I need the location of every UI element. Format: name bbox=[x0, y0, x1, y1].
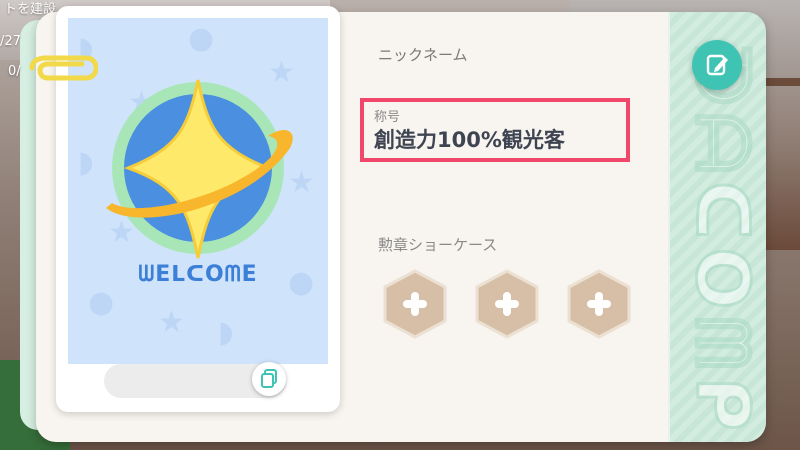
profile-image: ◗ ● ★ ★ ◗ ★ ● ★ ◗ ● ★ ᗯEᒪᑕOᗰE bbox=[68, 18, 328, 364]
welcome-text: ᗯEᒪᑕOᗰE bbox=[138, 262, 258, 287]
side-strip-text: ᗪᗩᑕOᗰᑭ bbox=[672, 44, 766, 440]
background-counter-top: /27 bbox=[0, 34, 21, 49]
pattern-cat-icon: ● bbox=[88, 285, 115, 320]
hexagon-slot-icon bbox=[567, 269, 631, 339]
copy-icon bbox=[261, 369, 277, 388]
copy-button[interactable] bbox=[252, 362, 286, 396]
profile-photo-card: ◗ ● ★ ★ ◗ ★ ● ★ ◗ ● ★ ᗯEᒪᑕOᗰE bbox=[56, 6, 340, 412]
pattern-whale-icon: ◗ bbox=[218, 315, 234, 350]
plus-icon bbox=[411, 292, 419, 316]
pattern-star-icon: ★ bbox=[158, 305, 185, 340]
title-label: 称号 bbox=[374, 110, 401, 125]
paperclip-icon bbox=[29, 55, 98, 81]
hexagon-slot-icon bbox=[383, 269, 447, 339]
background-counter-bottom: 0/ bbox=[8, 64, 21, 79]
hexagon-slot-icon bbox=[475, 269, 539, 339]
edit-pencil-icon bbox=[706, 54, 728, 76]
planet-star-emblem bbox=[106, 79, 293, 259]
plus-icon bbox=[595, 292, 603, 316]
nickname-label: ニックネーム bbox=[378, 46, 468, 64]
side-strip-label: ᗪᗩᑕOᗰᑭ bbox=[679, 44, 766, 440]
badge-slot-3[interactable] bbox=[564, 268, 634, 340]
badge-slot-1[interactable] bbox=[380, 268, 450, 340]
plus-icon bbox=[503, 292, 511, 316]
badge-showcase-label: 勲章ショーケース bbox=[378, 236, 498, 254]
edit-profile-button[interactable] bbox=[692, 40, 742, 90]
title-value: 創造力100%観光客 bbox=[374, 128, 565, 152]
badge-slot-2[interactable] bbox=[472, 268, 542, 340]
